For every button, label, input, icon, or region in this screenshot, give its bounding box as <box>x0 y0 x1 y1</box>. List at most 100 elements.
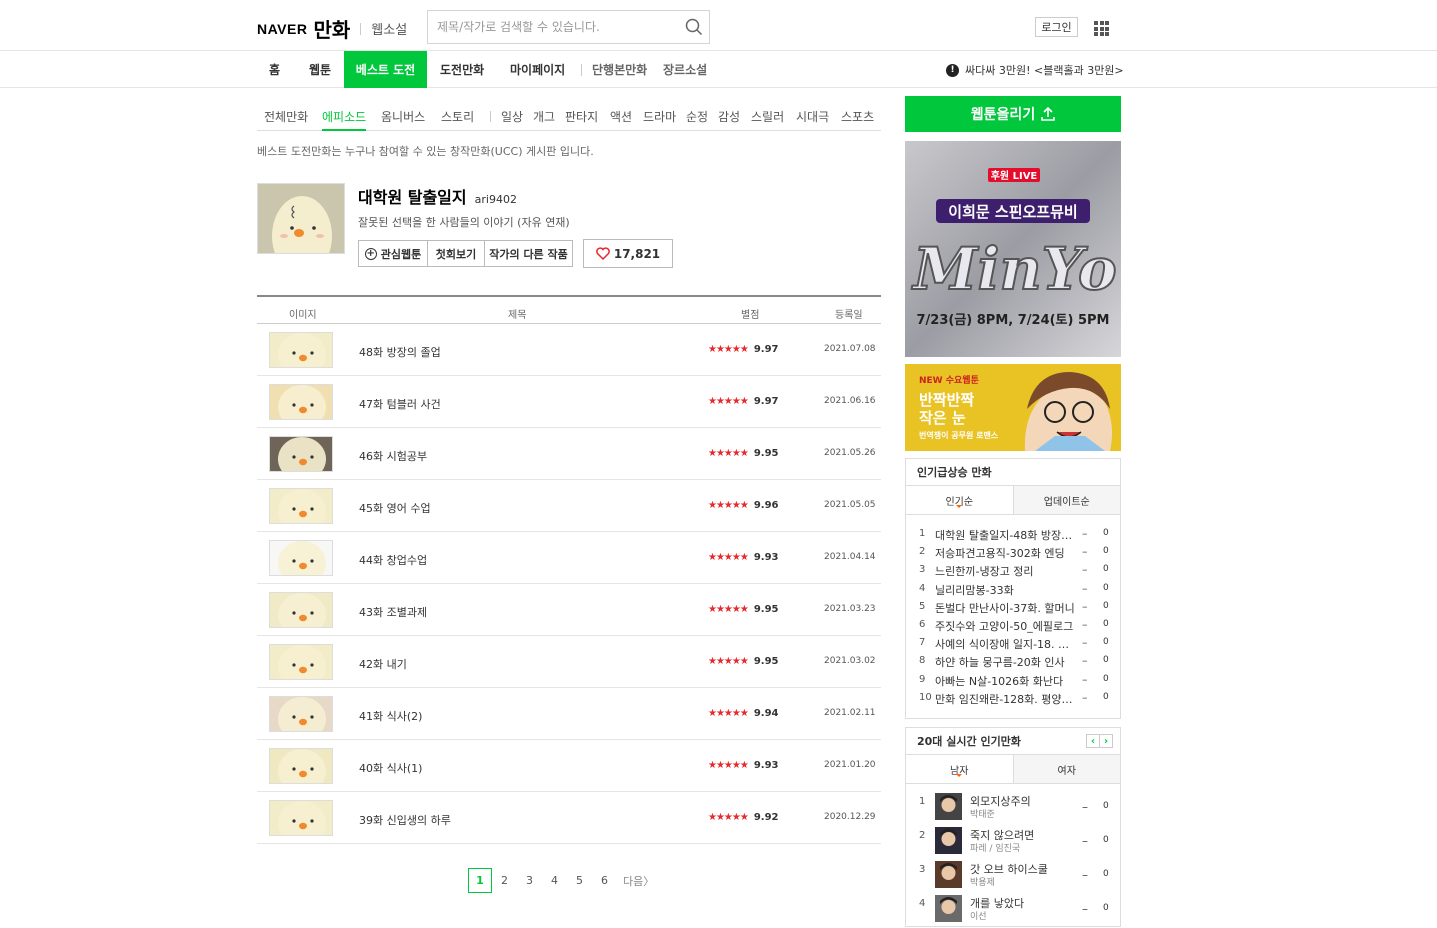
rank-title[interactable]: 대학원 탈출일지-48화 방장의 졸업 <box>935 527 1075 543</box>
page-2[interactable]: 2 <box>492 868 517 893</box>
episode-thumbnail[interactable] <box>269 436 333 472</box>
episode-title[interactable]: 47화 텀블러 사건 <box>359 396 441 412</box>
comic-avatar[interactable] <box>935 793 962 820</box>
nav-challenge[interactable]: 도전만화 <box>440 51 484 88</box>
page-5[interactable]: 5 <box>567 868 592 893</box>
comic-avatar[interactable] <box>935 827 962 854</box>
nav-genre-novel[interactable]: 장르소설 <box>663 51 707 88</box>
login-button[interactable]: 로그인 <box>1035 17 1078 37</box>
episode-title[interactable]: 48화 방장의 졸업 <box>359 344 441 360</box>
rising-list-item[interactable]: 3 느린한끼-냉장고 정리 – 0 <box>906 561 1120 579</box>
rank-title[interactable]: 아빠는 N살-1026화 화난다 <box>935 673 1075 689</box>
favorite-button[interactable]: + 관심웹툰 <box>358 240 428 267</box>
page-6[interactable]: 6 <box>592 868 617 893</box>
episode-thumbnail[interactable] <box>269 488 333 524</box>
episode-thumbnail[interactable] <box>269 696 333 732</box>
rank-title[interactable]: 주짓수와 고양이-50_에필로그 <box>935 618 1075 634</box>
episode-thumbnail[interactable] <box>269 540 333 576</box>
other-works-button[interactable]: 작가의 다른 작품 <box>484 240 573 267</box>
genre-daily[interactable]: 일상 <box>501 108 523 125</box>
genre-story[interactable]: 스토리 <box>441 108 474 125</box>
table-row[interactable]: 48화 방장의 졸업 ★★★★★ 9.97 2021.07.08 <box>257 324 881 376</box>
tab-female[interactable]: 여자 <box>1012 755 1120 783</box>
genre-emotion[interactable]: 감성 <box>718 108 740 125</box>
rising-list-item[interactable]: 1 대학원 탈출일지-48화 방장의 졸업– 0 <box>906 525 1120 543</box>
first-episode-button[interactable]: 첫회보기 <box>427 240 485 267</box>
episode-title[interactable]: 43화 조별과제 <box>359 604 427 620</box>
rank-title[interactable]: 저승파견고용직-302화 엔딩 <box>935 545 1075 561</box>
genre-episode[interactable]: 에피소드 <box>322 108 367 131</box>
comic-thumbnail[interactable] <box>257 183 345 254</box>
like-button[interactable]: 17,821 <box>583 239 673 268</box>
rising-list-item[interactable]: 4 닐리리맘봉-33화 – 0 <box>906 580 1120 598</box>
rising-list-item[interactable]: 8 하얀 하늘 뭉구름-20화 인사 – 0 <box>906 652 1120 670</box>
rising-list-item[interactable]: 7 사예의 식이장애 일지-18. 변화 – 0 <box>906 634 1120 652</box>
episode-title[interactable]: 45화 영어 수업 <box>359 500 431 516</box>
nav-best-challenge[interactable]: 베스트 도전 <box>344 51 427 88</box>
episode-thumbnail[interactable] <box>269 800 333 836</box>
table-row[interactable]: 45화 영어 수업 ★★★★★ 9.96 2021.05.05 <box>257 480 881 532</box>
table-row[interactable]: 46화 시험공부 ★★★★★ 9.95 2021.05.26 <box>257 428 881 480</box>
genre-drama[interactable]: 드라마 <box>643 108 676 125</box>
rank-title[interactable]: 만화 임진왜란-128화. 평양 전투 <box>935 691 1075 707</box>
search-input[interactable] <box>428 11 679 43</box>
episode-title[interactable]: 41화 식사(2) <box>359 708 422 724</box>
notice-link[interactable]: ! 싸다싸 3만원! <블랙홀과 3만원> <box>946 62 1124 78</box>
naver-logo[interactable]: NAVER <box>257 21 307 37</box>
genre-historical[interactable]: 시대극 <box>796 108 829 125</box>
genre-romance[interactable]: 순정 <box>686 108 708 125</box>
page-3[interactable]: 3 <box>517 868 542 893</box>
genre-all[interactable]: 전체만화 <box>264 108 308 125</box>
twenties-list-item[interactable]: 1 외모지상주의 박태준 –0 <box>906 792 1120 826</box>
table-row[interactable]: 44화 창업수업 ★★★★★ 9.93 2021.04.14 <box>257 532 881 584</box>
rank-title[interactable]: 닐리리맘봉-33화 <box>935 582 1075 598</box>
episode-title[interactable]: 42화 내기 <box>359 656 407 672</box>
rising-list-item[interactable]: 9 아빠는 N살-1026화 화난다 – 0 <box>906 671 1120 689</box>
next-page-button[interactable]: 다음〉 <box>623 873 654 889</box>
episode-thumbnail[interactable] <box>269 592 333 628</box>
new-webtoon-banner[interactable]: NEW 수요웹툰 반짝반짝 작은 눈 번역쟁이 공무원 로맨스 <box>905 364 1121 451</box>
twenties-list-item[interactable]: 2 죽지 않으려면 파레 / 임진국 –0 <box>906 826 1120 860</box>
genre-omnibus[interactable]: 옴니버스 <box>381 108 425 125</box>
chevron-left-icon[interactable]: ‹ <box>1086 734 1100 748</box>
rank-title[interactable]: 하얀 하늘 뭉구름-20화 인사 <box>935 654 1075 670</box>
page-4[interactable]: 4 <box>542 868 567 893</box>
rising-list-item[interactable]: 6 주짓수와 고양이-50_에필로그 – 0 <box>906 616 1120 634</box>
tab-popular[interactable]: 인기순 <box>906 486 1013 514</box>
nav-home[interactable]: 홈 <box>269 51 280 88</box>
rising-list-item[interactable]: 2 저승파견고용직-302화 엔딩 – 0 <box>906 543 1120 561</box>
rising-list-item[interactable]: 5 돈벌다 만난사이-37화. 할머니 – 0 <box>906 598 1120 616</box>
genre-thriller[interactable]: 스릴러 <box>751 108 784 125</box>
twenties-list-item[interactable]: 3갓 오브 하이스쿨 박용제 –0 <box>906 860 1120 894</box>
live-banner[interactable]: 후원 LIVE 이희문 스핀오프뮤비 MinYo 7/23(금) 8PM, 7/… <box>905 141 1121 357</box>
genre-action[interactable]: 액션 <box>610 108 632 125</box>
episode-title[interactable]: 40화 식사(1) <box>359 760 422 776</box>
genre-gag[interactable]: 개그 <box>533 108 555 125</box>
twenties-list-item[interactable]: 4 개를 낳았다 이선 –0 <box>906 894 1120 928</box>
table-row[interactable]: 39화 신입생의 하루 ★★★★★ 9.92 2020.12.29 <box>257 792 881 844</box>
genre-fantasy[interactable]: 판타지 <box>565 108 598 125</box>
tab-updated[interactable]: 업데이트순 <box>1012 486 1120 514</box>
episode-thumbnail[interactable] <box>269 384 333 420</box>
rising-list-item[interactable]: 10 만화 임진왜란-128화. 평양 전투 – 0 <box>906 689 1120 707</box>
episode-title[interactable]: 39화 신입생의 하루 <box>359 812 451 828</box>
nav-webtoon[interactable]: 웹툰 <box>309 51 331 88</box>
manhwa-logo[interactable]: 만화 <box>313 14 350 43</box>
table-row[interactable]: 41화 식사(2) ★★★★★ 9.94 2021.02.11 <box>257 688 881 740</box>
rank-title[interactable]: 느린한끼-냉장고 정리 <box>935 563 1075 579</box>
apps-grid-icon[interactable] <box>1094 21 1109 36</box>
table-row[interactable]: 40화 식사(1) ★★★★★ 9.93 2021.01.20 <box>257 740 881 792</box>
table-row[interactable]: 42화 내기 ★★★★★ 9.95 2021.03.02 <box>257 636 881 688</box>
rank-title[interactable]: 돈벌다 만난사이-37화. 할머니 <box>935 600 1075 616</box>
table-row[interactable]: 43화 조별과제 ★★★★★ 9.95 2021.03.23 <box>257 584 881 636</box>
nav-books[interactable]: 단행본만화 <box>592 51 647 88</box>
nav-mypage[interactable]: 마이페이지 <box>510 51 565 88</box>
page-1[interactable]: 1 <box>468 868 492 893</box>
genre-sports[interactable]: 스포츠 <box>841 108 874 125</box>
episode-thumbnail[interactable] <box>269 332 333 368</box>
episode-title[interactable]: 44화 창업수업 <box>359 552 427 568</box>
episode-thumbnail[interactable] <box>269 748 333 784</box>
search-icon[interactable] <box>679 12 709 42</box>
webnovel-link[interactable]: 웹소설 <box>371 19 407 38</box>
comic-author[interactable]: ari9402 <box>475 193 517 206</box>
